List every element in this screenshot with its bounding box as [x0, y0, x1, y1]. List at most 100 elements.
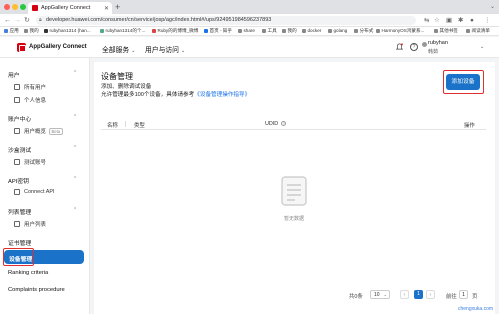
chevron-up-icon[interactable]: ⌃: [73, 70, 77, 76]
browser-tab-title: AppGallery Connect: [41, 5, 91, 11]
sidebar-item-user-list[interactable]: 用户列表: [14, 220, 46, 228]
bookmark-item[interactable]: share: [238, 28, 255, 33]
list-icon: [14, 221, 20, 227]
lock-icon: 🔒︎: [39, 17, 42, 23]
sidebar-group-account-center[interactable]: 账户中心: [8, 114, 31, 123]
api-icon: [14, 189, 20, 195]
sidebar-group-list-management[interactable]: 列表管理: [8, 207, 31, 216]
goto-page-input[interactable]: 1: [459, 290, 468, 299]
sidebar-group-certificates[interactable]: 证书管理: [8, 238, 31, 247]
appgallery-favicon-icon: [32, 5, 38, 11]
chevron-up-icon[interactable]: ⌃: [73, 176, 77, 182]
sidebar-group-user[interactable]: 用户: [8, 70, 20, 79]
user-name[interactable]: rubyhan: [428, 40, 448, 46]
bookmark-item[interactable]: 阅读清单: [466, 28, 490, 34]
minimize-window-button[interactable]: [12, 4, 18, 10]
sidebar-item-all-users[interactable]: 所有用户: [14, 83, 46, 91]
translate-icon[interactable]: ⇆: [424, 16, 429, 25]
browser-toolbar: ← → ↻ 🔒︎ developer.huawei.com/consumer/c…: [0, 14, 499, 27]
users-icon: [14, 84, 20, 90]
beta-badge: Beta: [49, 127, 63, 135]
avatar[interactable]: [422, 42, 427, 47]
sidebar: 用户 ⌃ 所有用户 个人信息 账户中心 ⌃ 用户概览 Beta 沙盒测试 ⌃ 测试…: [0, 58, 90, 314]
device-guide-link[interactable]: 《设备管理操作指导》: [194, 92, 250, 98]
bookmark-item[interactable]: 首页 - 知乎: [204, 28, 232, 34]
empty-state-text: 暂无数据: [284, 216, 305, 222]
goto-label: 前往: [446, 294, 457, 300]
current-page-button[interactable]: 1: [414, 290, 423, 299]
brand-name[interactable]: AppGallery Connect: [29, 44, 87, 50]
nav-all-services[interactable]: 全部服务 ⌄: [102, 44, 135, 54]
new-tab-button[interactable]: +: [115, 2, 120, 12]
close-tab-icon[interactable]: ✕: [104, 5, 109, 12]
forward-arrow-icon[interactable]: →: [14, 16, 21, 25]
column-name: 名称: [107, 123, 118, 129]
chevron-down-icon[interactable]: ⌄: [480, 44, 484, 50]
profile-icon[interactable]: ●: [470, 16, 474, 25]
chevron-down-icon: ⌄: [131, 48, 136, 54]
bookmark-item[interactable]: Ruby的的博博_微博: [152, 28, 198, 34]
sidebar-item-profile[interactable]: 个人信息: [14, 96, 46, 104]
page-description: 添加、删除调试设备: [101, 84, 152, 90]
extensions-puzzle-icon[interactable]: ✱: [458, 16, 463, 25]
nav-user-access[interactable]: 用户与访问 ⌄: [145, 44, 185, 54]
help-icon[interactable]: ?: [281, 121, 287, 127]
profile-card-icon: [14, 97, 20, 103]
highlight-box: [443, 70, 484, 94]
main-panel: 设备管理 添加、删除调试设备 允许管理最多100个设备，具体请参考《设备管理操作…: [94, 62, 495, 314]
maximize-window-button[interactable]: [20, 4, 26, 10]
column-actions: 操作: [464, 123, 475, 129]
chevron-up-icon[interactable]: ⌃: [73, 114, 77, 120]
help-icon[interactable]: ?: [410, 43, 418, 51]
device-table-header: 名称 类型 UDID? 操作: [101, 120, 486, 130]
sidebar-group-api-keys[interactable]: API密钥: [8, 176, 29, 185]
browser-menu-icon[interactable]: ⋮: [484, 16, 491, 25]
browser-tab[interactable]: AppGallery Connect ✕: [28, 2, 112, 14]
sidebar-item-complaints-procedure[interactable]: Complaints procedure: [8, 287, 65, 293]
bookmark-item[interactable]: 我的: [24, 28, 39, 34]
sidebar-item-test-accounts[interactable]: 测试账号: [14, 158, 46, 166]
address-bar[interactable]: 🔒︎ developer.huawei.com/consumer/cn/serv…: [36, 16, 416, 25]
reload-icon[interactable]: ↻: [24, 16, 30, 25]
chevron-down-icon: ⌄: [383, 292, 387, 297]
bell-icon[interactable]: [396, 43, 403, 51]
bookmark-item[interactable]: 工具: [262, 28, 277, 34]
bookmark-item[interactable]: docker: [302, 28, 321, 33]
bookmark-item[interactable]: 应用: [4, 28, 19, 34]
back-arrow-icon[interactable]: ←: [4, 16, 11, 25]
bookmark-item[interactable]: rubyhan1314的个...: [100, 28, 145, 34]
bookmark-item[interactable]: HarmonyOS鸿蒙系...: [376, 28, 424, 34]
url-text: developer.huawei.com/consumer/cn/service…: [46, 17, 272, 23]
tab-search-icon[interactable]: ⌄: [490, 3, 495, 10]
page-size-select[interactable]: 10 ⌄: [370, 290, 390, 299]
sidebar-group-sandbox[interactable]: 沙盒测试: [8, 145, 31, 154]
bookmark-item[interactable]: 分布式: [354, 28, 373, 34]
chevron-down-icon: ⌄: [180, 48, 186, 54]
appgallery-logo-icon[interactable]: [17, 43, 26, 52]
highlight-box: [3, 248, 34, 266]
user-role: 韩茹: [428, 49, 439, 55]
bookmark-item[interactable]: 其他书签: [434, 28, 458, 34]
column-udid: UDID?: [265, 121, 287, 127]
bookmark-star-icon[interactable]: ☆: [434, 16, 440, 25]
page-title: 设备管理: [101, 72, 133, 81]
test-account-icon: [14, 159, 20, 165]
chevron-up-icon[interactable]: ⌃: [73, 207, 77, 213]
column-divider: [125, 121, 126, 127]
bookmark-item[interactable]: rubyhan1314 (han...: [44, 28, 91, 33]
prev-page-button[interactable]: ‹: [400, 290, 409, 299]
sidebar-item-connect-api[interactable]: Connect API: [14, 189, 55, 195]
total-count: 共0条: [349, 294, 363, 300]
bookmark-item[interactable]: golang: [328, 28, 347, 33]
close-window-button[interactable]: [4, 4, 10, 10]
bookmarks-bar: 应用 我的 rubyhan1314 (han... rubyhan1314的个.…: [0, 27, 499, 36]
chevron-up-icon[interactable]: ⌃: [73, 145, 77, 151]
browser-tab-strip: AppGallery Connect ✕ + ⌄: [0, 0, 499, 14]
bookmark-item[interactable]: 我的: [282, 28, 297, 34]
app-header: AppGallery Connect 全部服务 ⌄ 用户与访问 ⌄ ? rubyha…: [0, 37, 499, 58]
extension-icon[interactable]: ▣: [446, 16, 452, 25]
next-page-button[interactable]: ›: [426, 290, 435, 299]
sidebar-item-ranking-criteria[interactable]: Ranking criteria: [8, 270, 48, 276]
sidebar-item-user-overview[interactable]: 用户概览 Beta: [14, 127, 63, 135]
page-limit-note: 允许管理最多100个设备，具体请参考《设备管理操作指导》: [101, 92, 251, 98]
